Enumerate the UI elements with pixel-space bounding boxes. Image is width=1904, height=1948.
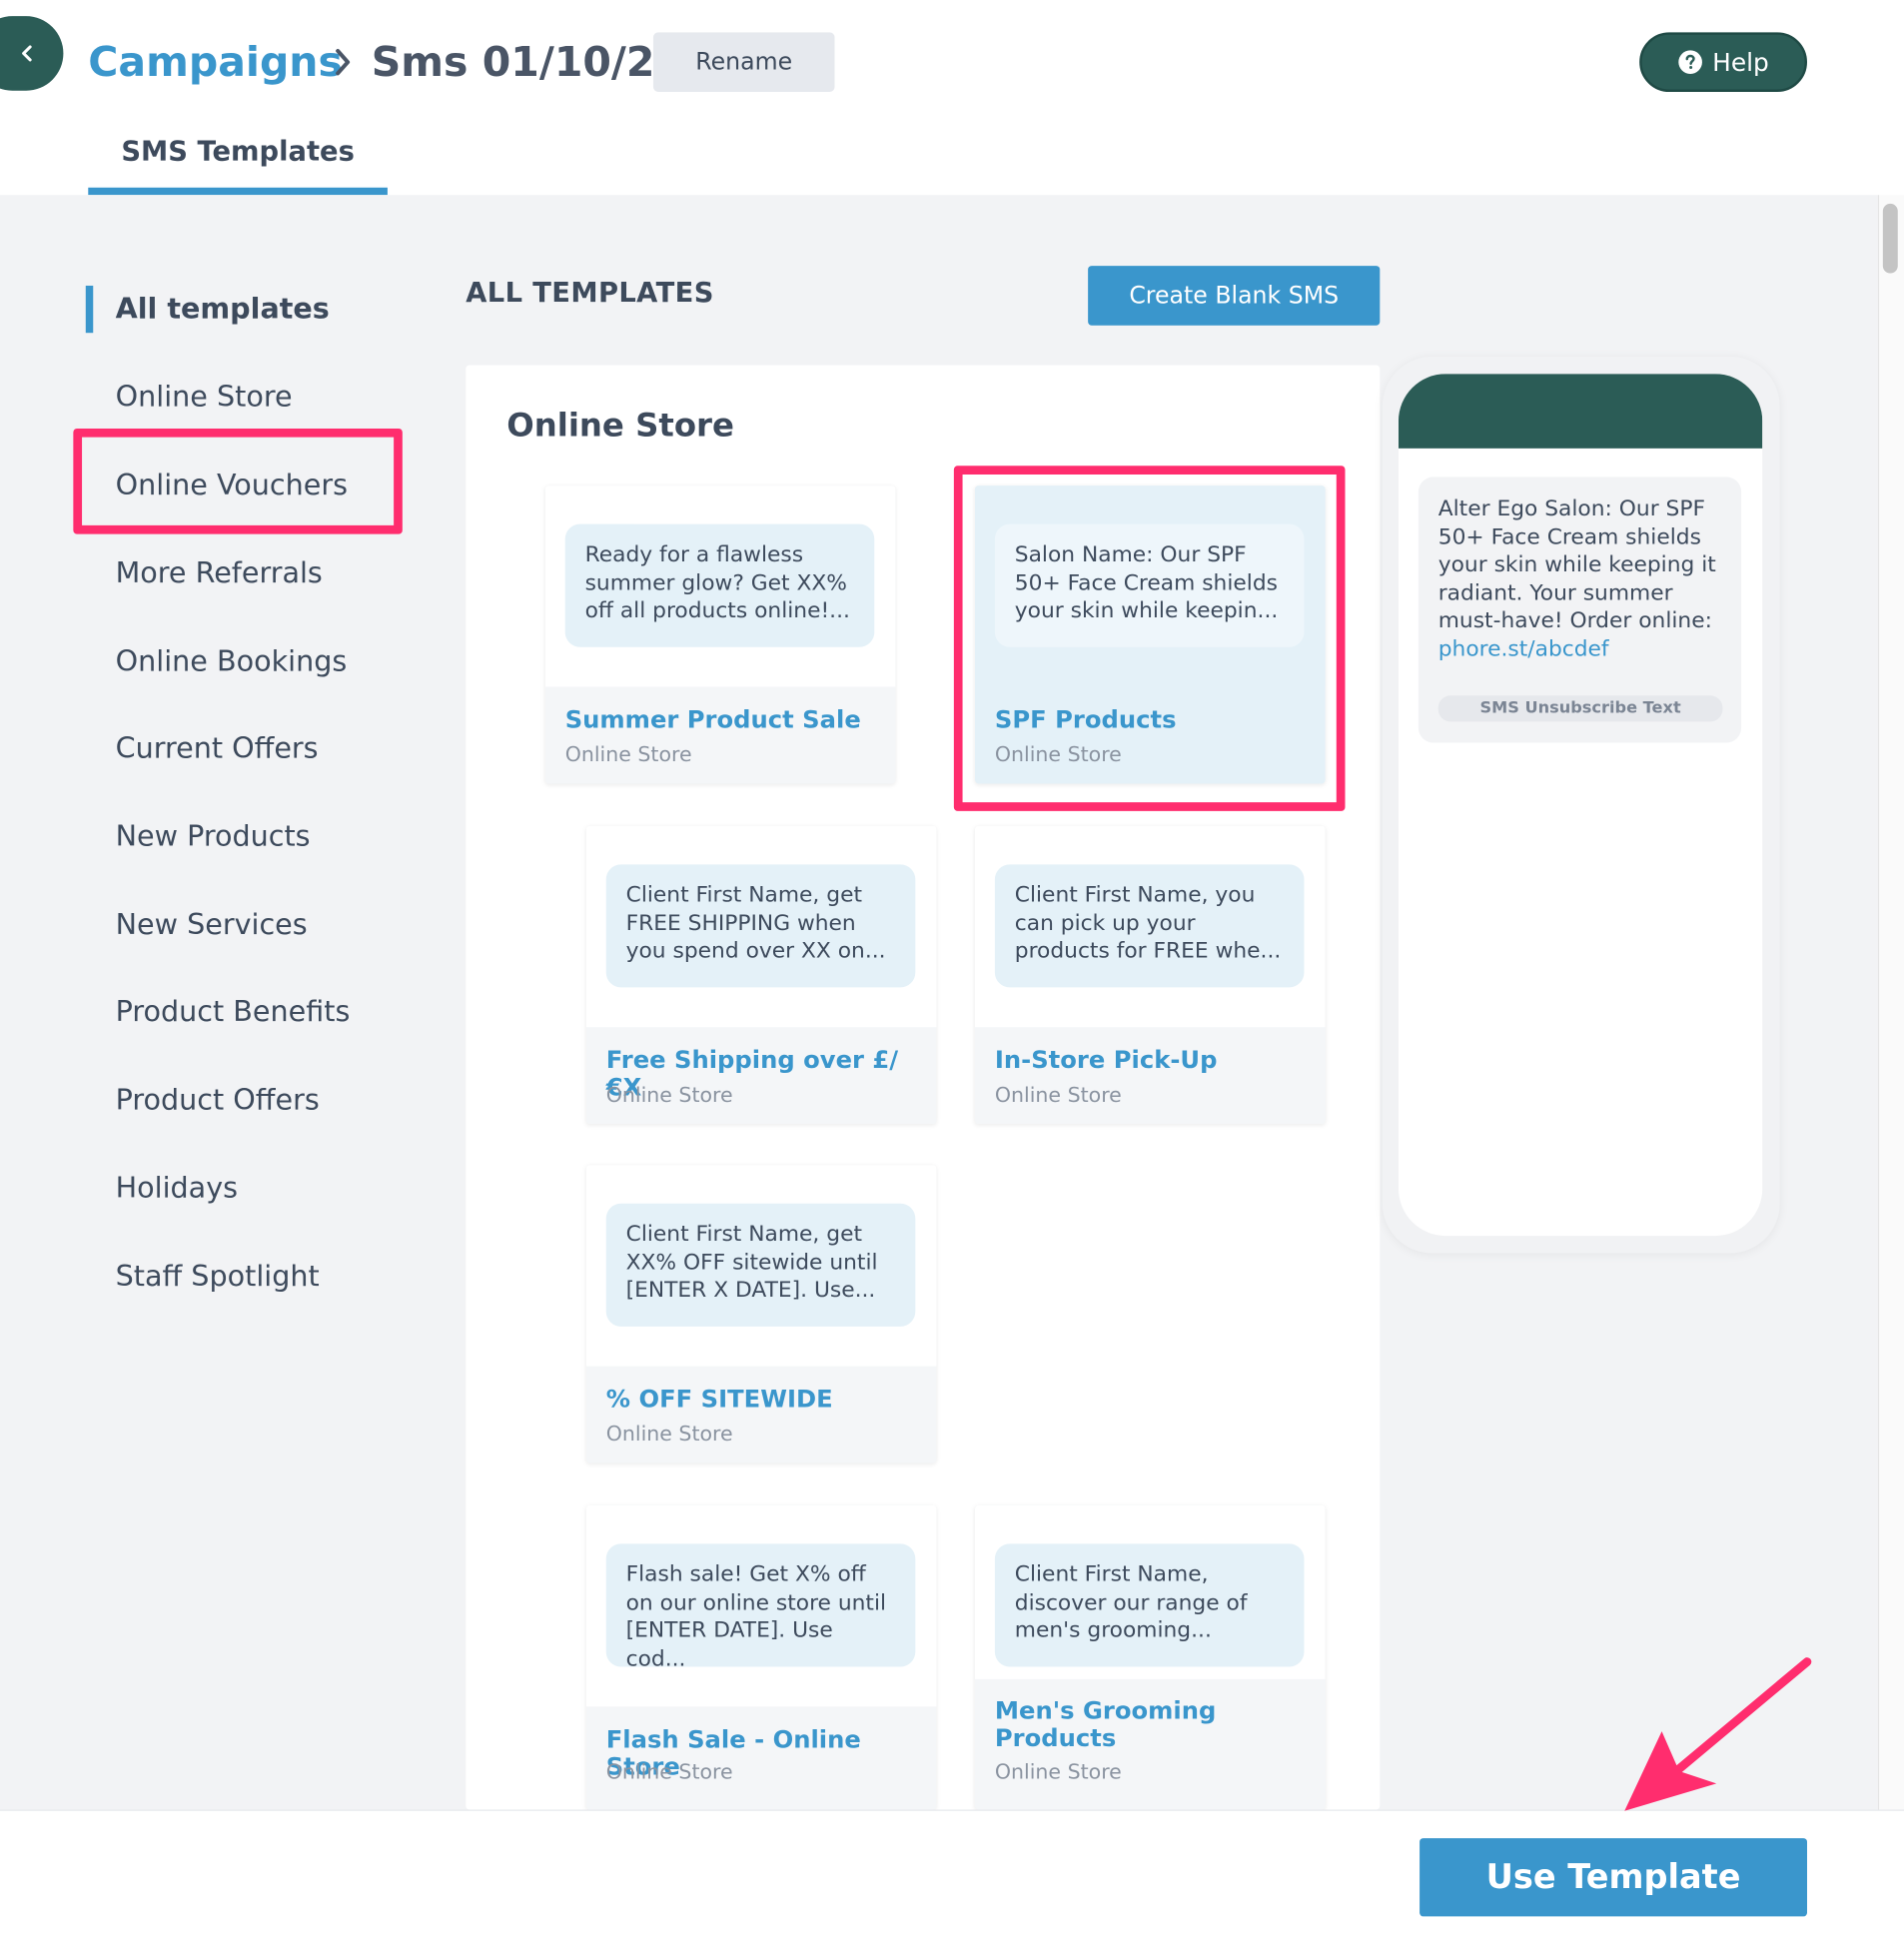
tab-underline <box>88 187 388 196</box>
message-preview: Client First Name, you can pick up your … <box>994 864 1305 988</box>
sms-unsubscribe-text-badge: SMS Unsubscribe Text <box>1437 695 1723 722</box>
template-card-in-store-pick-up[interactable]: Client First Name, you can pick up your … <box>974 825 1326 1125</box>
template-name: Men's Grooming Products <box>994 1696 1217 1753</box>
scrollbar-track[interactable] <box>1877 195 1904 1810</box>
section-heading: ALL TEMPLATES <box>466 278 714 310</box>
back-button[interactable] <box>0 16 64 91</box>
chevron-right-icon <box>331 41 361 83</box>
template-name: % OFF SITEWIDE <box>605 1385 833 1414</box>
breadcrumb-campaigns-link[interactable]: Campaigns <box>88 35 343 90</box>
app-root: Campaigns Sms 01/10/24 Rename Help SMS T… <box>0 0 1904 1948</box>
sidebar-item-all-templates[interactable]: All templates <box>116 291 330 328</box>
message-preview: Client First Name, get FREE SHIPPING whe… <box>605 864 916 988</box>
sidebar-active-indicator <box>85 285 94 334</box>
template-name: Summer Product Sale <box>564 705 861 734</box>
phone-header <box>1398 374 1763 449</box>
template-card-flash-sale[interactable]: Flash sale! Get X% off on our online sto… <box>585 1504 937 1810</box>
template-card-off-sitewide[interactable]: Client First Name, get XX% OFF sitewide … <box>585 1165 937 1463</box>
sidebar-item-online-bookings[interactable]: Online Bookings <box>116 643 348 680</box>
template-category: Online Store <box>605 1422 733 1447</box>
tab-sms-templates[interactable]: SMS Templates <box>88 124 388 196</box>
sidebar-item-staff-spotlight[interactable]: Staff Spotlight <box>116 1258 320 1295</box>
annotation-arrow-icon <box>1624 1657 1812 1811</box>
sidebar-item-holidays[interactable]: Holidays <box>116 1170 238 1207</box>
template-category: Online Store <box>564 742 692 767</box>
help-button[interactable]: Help <box>1639 32 1808 93</box>
sidebar-item-product-offers[interactable]: Product Offers <box>116 1082 320 1119</box>
template-category: Online Store <box>605 1083 733 1107</box>
preview-message-body: Alter Ego Salon: Our SPF 50+ Face Cream … <box>1437 496 1716 634</box>
template-category: Online Store <box>605 1759 733 1784</box>
message-preview: Flash sale! Get X% off on our online sto… <box>605 1543 916 1667</box>
help-label: Help <box>1712 47 1769 78</box>
preview-message-link[interactable]: phore.st/abcdef <box>1438 637 1609 662</box>
sidebar-item-product-benefits[interactable]: Product Benefits <box>116 994 351 1031</box>
template-card-free-shipping[interactable]: Client First Name, get FREE SHIPPING whe… <box>585 825 937 1125</box>
sidebar-item-new-services[interactable]: New Services <box>116 907 308 944</box>
sidebar-item-new-products[interactable]: New Products <box>116 818 311 855</box>
template-card-mens-grooming[interactable]: Client First Name, discover our range of… <box>974 1504 1326 1810</box>
rename-button[interactable]: Rename <box>652 32 835 93</box>
use-template-button[interactable]: Use Template <box>1420 1838 1808 1917</box>
create-blank-sms-button[interactable]: Create Blank SMS <box>1088 266 1381 326</box>
message-preview: Client First Name, discover our range of… <box>994 1543 1305 1667</box>
sidebar-item-more-referrals[interactable]: More Referrals <box>116 555 323 592</box>
template-category: Online Store <box>994 1759 1122 1784</box>
sidebar-item-current-offers[interactable]: Current Offers <box>116 730 319 767</box>
question-circle-icon <box>1677 50 1702 74</box>
scrollbar-thumb[interactable] <box>1882 203 1898 274</box>
template-card-summer-product-sale[interactable]: Ready for a flawless summer glow? Get XX… <box>544 486 896 784</box>
highlight-box-online-vouchers <box>73 428 403 534</box>
message-preview: Client First Name, get XX% OFF sitewide … <box>605 1203 916 1327</box>
template-category: Online Store <box>994 1083 1122 1107</box>
template-name: In-Store Pick-Up <box>994 1045 1218 1075</box>
highlight-box-spf-products <box>953 466 1346 811</box>
preview-message-text: Alter Ego Salon: Our SPF 50+ Face Cream … <box>1438 495 1731 664</box>
tab-label: SMS Templates <box>121 136 355 168</box>
category-title: Online Store <box>506 407 734 446</box>
chevron-left-icon <box>22 45 32 62</box>
sidebar-item-online-store[interactable]: Online Store <box>116 379 293 416</box>
message-preview: Ready for a flawless summer glow? Get XX… <box>564 523 875 647</box>
breadcrumb-current: Sms 01/10/24 <box>371 37 684 86</box>
